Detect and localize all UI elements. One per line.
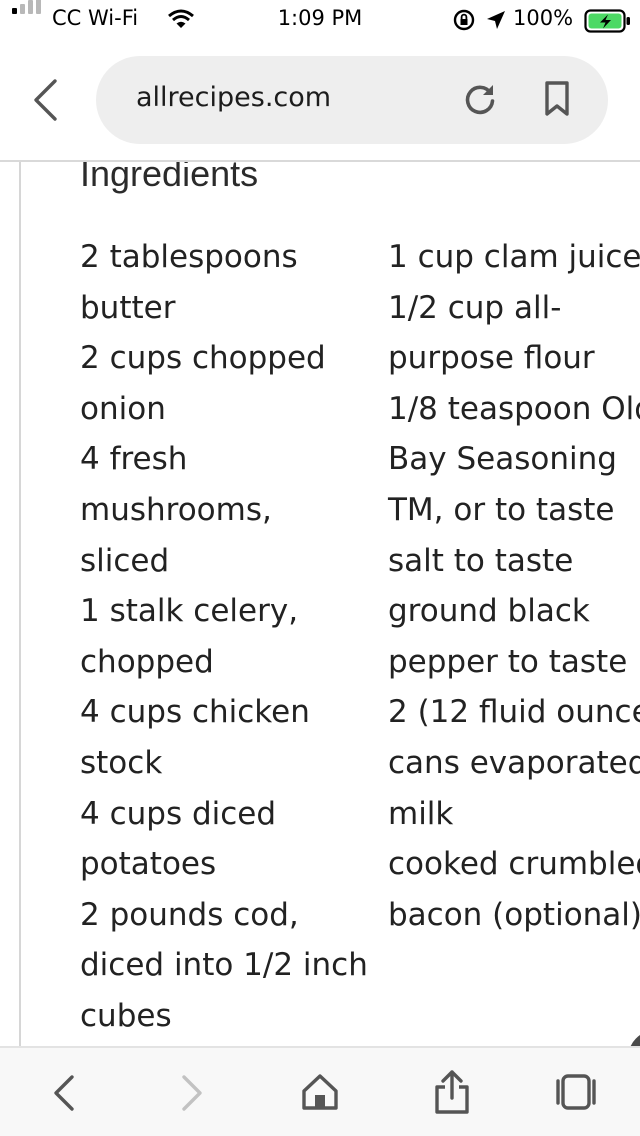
tabs-icon[interactable]	[554, 1072, 598, 1112]
url-bar[interactable]: allrecipes.com	[96, 56, 608, 144]
bookmark-icon[interactable]	[542, 80, 572, 118]
ingredient-line: 1/8 teaspoon Old	[388, 390, 640, 427]
ingredient-line: chopped	[80, 643, 214, 680]
ingredient-line: bacon (optional)	[388, 896, 640, 933]
ingredient-line: 2 tablespoons	[80, 239, 298, 275]
url-text[interactable]: allrecipes.com	[136, 82, 331, 113]
ingredients-column-right: 1 cup clam juice 1/2 cup all- purpose fl…	[388, 232, 640, 940]
ingredient-line: 1 cup clam juice	[388, 239, 640, 275]
ingredient-line: potatoes	[80, 846, 217, 883]
floating-button[interactable]	[628, 1030, 640, 1046]
ingredient-line: sliced	[80, 542, 170, 579]
ingredient-line: 2 (12 fluid ounce)	[388, 694, 640, 731]
ingredient-line: stock	[80, 744, 163, 781]
ingredient-line: milk	[388, 795, 454, 832]
ingredient-line: Bay Seasoning	[388, 441, 617, 478]
back-nav-icon[interactable]	[50, 1074, 78, 1112]
ingredient-line: 1 stalk celery,	[80, 593, 299, 630]
ingredient-line: 4 cups diced	[80, 795, 277, 832]
battery-icon	[584, 9, 630, 33]
back-icon[interactable]	[30, 78, 60, 122]
ingredient-line: 2 pounds cod,	[80, 896, 299, 933]
bottom-toolbar	[0, 1048, 640, 1136]
ingredient-line: 1/2 cup all-	[388, 289, 562, 326]
content-left-rule	[19, 162, 21, 1046]
ingredient-line: cubes	[80, 997, 172, 1034]
page-content[interactable]: Ingredients 2 tablespoons butter 2 cups …	[0, 162, 640, 1046]
ingredient-line: onion	[80, 390, 166, 427]
ingredient-line: cooked crumbled	[388, 846, 640, 883]
location-icon	[487, 11, 505, 29]
ingredients-column-left: 2 tablespoons butter 2 cups chopped onio…	[80, 232, 380, 1042]
ingredient-line: 4 fresh	[80, 441, 188, 478]
ingredient-line: 4 cups chicken	[80, 694, 310, 731]
reload-icon[interactable]	[462, 82, 498, 118]
ingredient-line: salt to taste	[388, 542, 574, 579]
share-icon[interactable]	[432, 1068, 472, 1116]
orientation-lock-icon	[453, 9, 475, 31]
ingredient-line: cans evaporated	[388, 744, 640, 781]
forward-icon[interactable]	[178, 1074, 206, 1112]
ingredient-line: pepper to taste	[388, 643, 628, 680]
ingredient-line: butter	[80, 289, 176, 326]
ingredient-line: purpose flour	[388, 340, 595, 377]
ingredient-line: 2 cups chopped	[80, 340, 326, 377]
ingredient-line: ground black	[388, 593, 590, 630]
status-bar: CC Wi-Fi 1:09 PM 100%	[0, 0, 640, 40]
ingredient-line: mushrooms,	[80, 491, 272, 528]
battery-percent: 100%	[513, 6, 574, 30]
home-icon[interactable]	[300, 1072, 340, 1112]
ingredients-heading: Ingredients	[80, 162, 259, 194]
ingredient-line: TM, or to taste	[388, 491, 615, 528]
ingredient-line: diced into 1/2 inch	[80, 947, 368, 984]
